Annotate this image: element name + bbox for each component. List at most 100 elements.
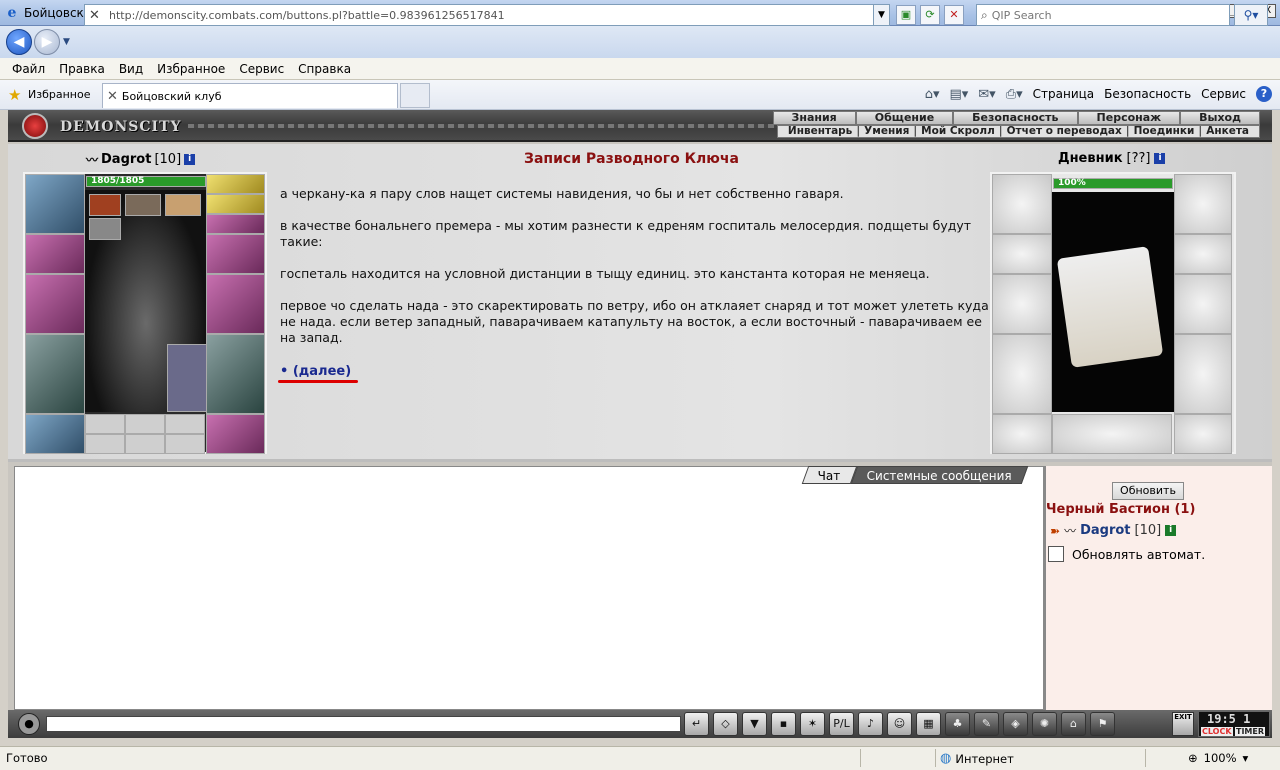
subnav-battles[interactable]: Поединки xyxy=(1130,126,1199,137)
compatibility-icon[interactable]: ▣ xyxy=(896,5,916,25)
smile-icon[interactable]: ☺ xyxy=(887,712,912,736)
chat-window[interactable] xyxy=(14,466,1044,710)
more-link[interactable]: • (далее) xyxy=(280,364,351,379)
nav-communication[interactable]: Общение xyxy=(855,111,954,125)
subnav-inventory[interactable]: Инвентарь xyxy=(784,126,856,137)
print-icon[interactable]: ⎙▾ xyxy=(1006,87,1023,102)
history-dropdown-icon[interactable]: ▼ xyxy=(63,37,70,47)
fighter-icon[interactable]: ✶ xyxy=(800,712,825,736)
house-icon[interactable]: ⌂ xyxy=(1061,712,1086,736)
sound-icon[interactable]: ♪ xyxy=(858,712,883,736)
nav-security[interactable]: Безопасность xyxy=(953,111,1078,125)
empty-slot[interactable] xyxy=(85,414,125,434)
clan-icon[interactable]: ▦ xyxy=(916,712,941,736)
eraser-icon[interactable]: ◇ xyxy=(713,712,738,736)
earring-slot[interactable] xyxy=(165,194,201,216)
helmet-slot[interactable] xyxy=(992,174,1052,234)
subnav-my-scroll[interactable]: Мой Скролл xyxy=(917,126,999,137)
belt-slot[interactable] xyxy=(992,414,1052,454)
weapon-slot[interactable] xyxy=(25,274,85,334)
refresh-button[interactable]: Обновить xyxy=(1112,482,1184,500)
offhand-slot[interactable] xyxy=(206,274,265,334)
clock-label[interactable]: CLOCK xyxy=(1201,727,1233,736)
address-bar[interactable]: ✕ http://demonscity.combats.com/buttons.… xyxy=(84,4,890,26)
translit-icon[interactable]: P/L xyxy=(829,712,854,736)
tools-menu[interactable]: Сервис xyxy=(1201,87,1246,101)
feeds-icon[interactable]: ▤▾ xyxy=(949,87,968,102)
new-tab-button[interactable] xyxy=(400,83,430,108)
boots-slot[interactable] xyxy=(1174,414,1232,454)
info-icon[interactable]: i xyxy=(1165,525,1177,536)
menu-help[interactable]: Справка xyxy=(298,62,351,76)
tab-combats[interactable]: ✕ Бойцовский клуб xyxy=(102,83,398,108)
gloves-slot[interactable] xyxy=(1174,234,1232,274)
diary-portrait[interactable] xyxy=(1052,192,1174,412)
info-icon[interactable]: i xyxy=(184,154,196,165)
safety-menu[interactable]: Безопасность xyxy=(1104,87,1191,101)
nav-knowledge[interactable]: Знания xyxy=(772,111,856,125)
address-url[interactable]: http://demonscity.combats.com/buttons.pl… xyxy=(109,9,505,22)
belt-slot[interactable] xyxy=(25,414,85,454)
forward-button[interactable]: ▶ xyxy=(34,29,60,55)
menu-file[interactable]: Файл xyxy=(12,62,45,76)
empty-slot[interactable] xyxy=(165,414,205,434)
menu-view[interactable]: Вид xyxy=(119,62,143,76)
exit-button[interactable]: EXIT xyxy=(1172,712,1194,736)
ring-slot[interactable] xyxy=(89,194,121,216)
empty-slot[interactable] xyxy=(85,434,125,454)
shield-slot[interactable] xyxy=(1174,274,1232,334)
magic-icon[interactable]: ✺ xyxy=(1032,712,1057,736)
private-message-icon[interactable]: ➽ xyxy=(1050,524,1060,538)
menu-tools[interactable]: Сервис xyxy=(239,62,284,76)
page-menu[interactable]: Страница xyxy=(1033,87,1095,101)
timer-label[interactable]: TIMER xyxy=(1235,727,1266,736)
empty-slot[interactable] xyxy=(125,434,165,454)
subnav-transfers[interactable]: Отчет о переводах xyxy=(1003,126,1126,137)
address-dropdown-icon[interactable]: ▼ xyxy=(873,5,889,25)
menu-edit[interactable]: Правка xyxy=(59,62,105,76)
runes-slot[interactable] xyxy=(1052,414,1172,454)
online-user[interactable]: ➽ 〰 Dagrot [10] i xyxy=(1050,522,1177,539)
amulet-slot[interactable] xyxy=(125,194,161,216)
help-icon[interactable]: ? xyxy=(1256,86,1272,102)
nav-exit[interactable]: Выход xyxy=(1180,111,1260,125)
flag-icon[interactable]: ⚑ xyxy=(1090,712,1115,736)
armor-slot[interactable] xyxy=(25,334,85,414)
subnav-skills[interactable]: Умения xyxy=(860,126,913,137)
helmet-slot[interactable] xyxy=(25,174,85,234)
rune-slot[interactable] xyxy=(206,214,265,234)
refresh-icon[interactable]: ⟳ xyxy=(920,5,940,25)
rune-slot[interactable] xyxy=(206,194,265,214)
mail-icon[interactable]: ✉▾ xyxy=(978,87,995,102)
filter-icon[interactable]: ▼ xyxy=(742,712,767,736)
save-icon[interactable]: ▪ xyxy=(771,712,796,736)
menu-favorites[interactable]: Избранное xyxy=(157,62,225,76)
boots-slot[interactable] xyxy=(206,414,265,454)
nav-character[interactable]: Персонаж xyxy=(1077,111,1181,125)
subnav-profile[interactable]: Анкета xyxy=(1202,126,1253,137)
map-icon[interactable]: ◈ xyxy=(1003,712,1028,736)
rune-slot[interactable] xyxy=(206,174,265,194)
back-button[interactable]: ◀ xyxy=(6,29,32,55)
search-go-button[interactable]: ⚲▾ xyxy=(1234,4,1268,26)
tab-system-messages[interactable]: Системные сообщения xyxy=(850,466,1028,484)
bracers-slot[interactable] xyxy=(992,234,1052,274)
bracers-slot[interactable] xyxy=(25,234,85,274)
armor-slot[interactable] xyxy=(992,334,1052,414)
weapon-slot[interactable] xyxy=(992,274,1052,334)
chat-input[interactable] xyxy=(46,716,681,732)
character-name-text[interactable]: Dagrot xyxy=(101,152,151,167)
favorites-star-icon[interactable]: ★ xyxy=(8,86,21,104)
amulet-slot[interactable] xyxy=(1174,174,1232,234)
legs-slot[interactable] xyxy=(206,334,265,414)
stop-icon[interactable]: ✕ xyxy=(944,5,964,25)
bag-icon[interactable]: ♣ xyxy=(945,712,970,736)
security-zone[interactable]: ◍ Интернет xyxy=(940,751,1014,766)
favorites-button[interactable]: Избранное xyxy=(28,88,90,101)
send-icon[interactable]: ↵ xyxy=(684,712,709,736)
home-icon[interactable]: ⌂▾ xyxy=(925,87,940,102)
zoom-dropdown-icon[interactable]: ▾ xyxy=(1243,751,1249,765)
tab-chat[interactable]: Чат xyxy=(801,466,857,484)
shield-slot[interactable] xyxy=(206,234,265,274)
diary-info-icon[interactable]: i xyxy=(1154,153,1166,164)
